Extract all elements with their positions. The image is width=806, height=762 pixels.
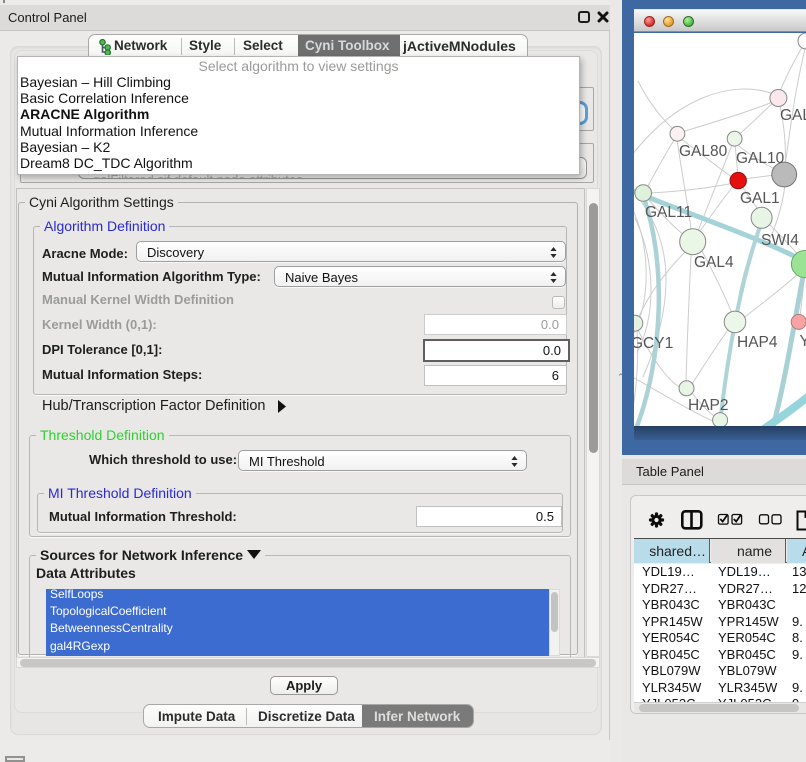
svg-text:GCY1: GCY1 (634, 335, 673, 352)
svg-text:GAL80: GAL80 (679, 143, 728, 160)
svg-text:GAL: GAL (780, 107, 806, 124)
svg-text:HAP2: HAP2 (688, 397, 729, 414)
svg-text:GAL10: GAL10 (736, 150, 785, 167)
svg-text:GAL4: GAL4 (694, 254, 734, 271)
svg-text:GAL1: GAL1 (740, 190, 780, 207)
svg-text:HAP4: HAP4 (737, 334, 778, 351)
svg-text:SWI4: SWI4 (761, 232, 799, 249)
svg-text:Y: Y (800, 333, 806, 350)
svg-text:GAL11: GAL11 (645, 204, 692, 221)
